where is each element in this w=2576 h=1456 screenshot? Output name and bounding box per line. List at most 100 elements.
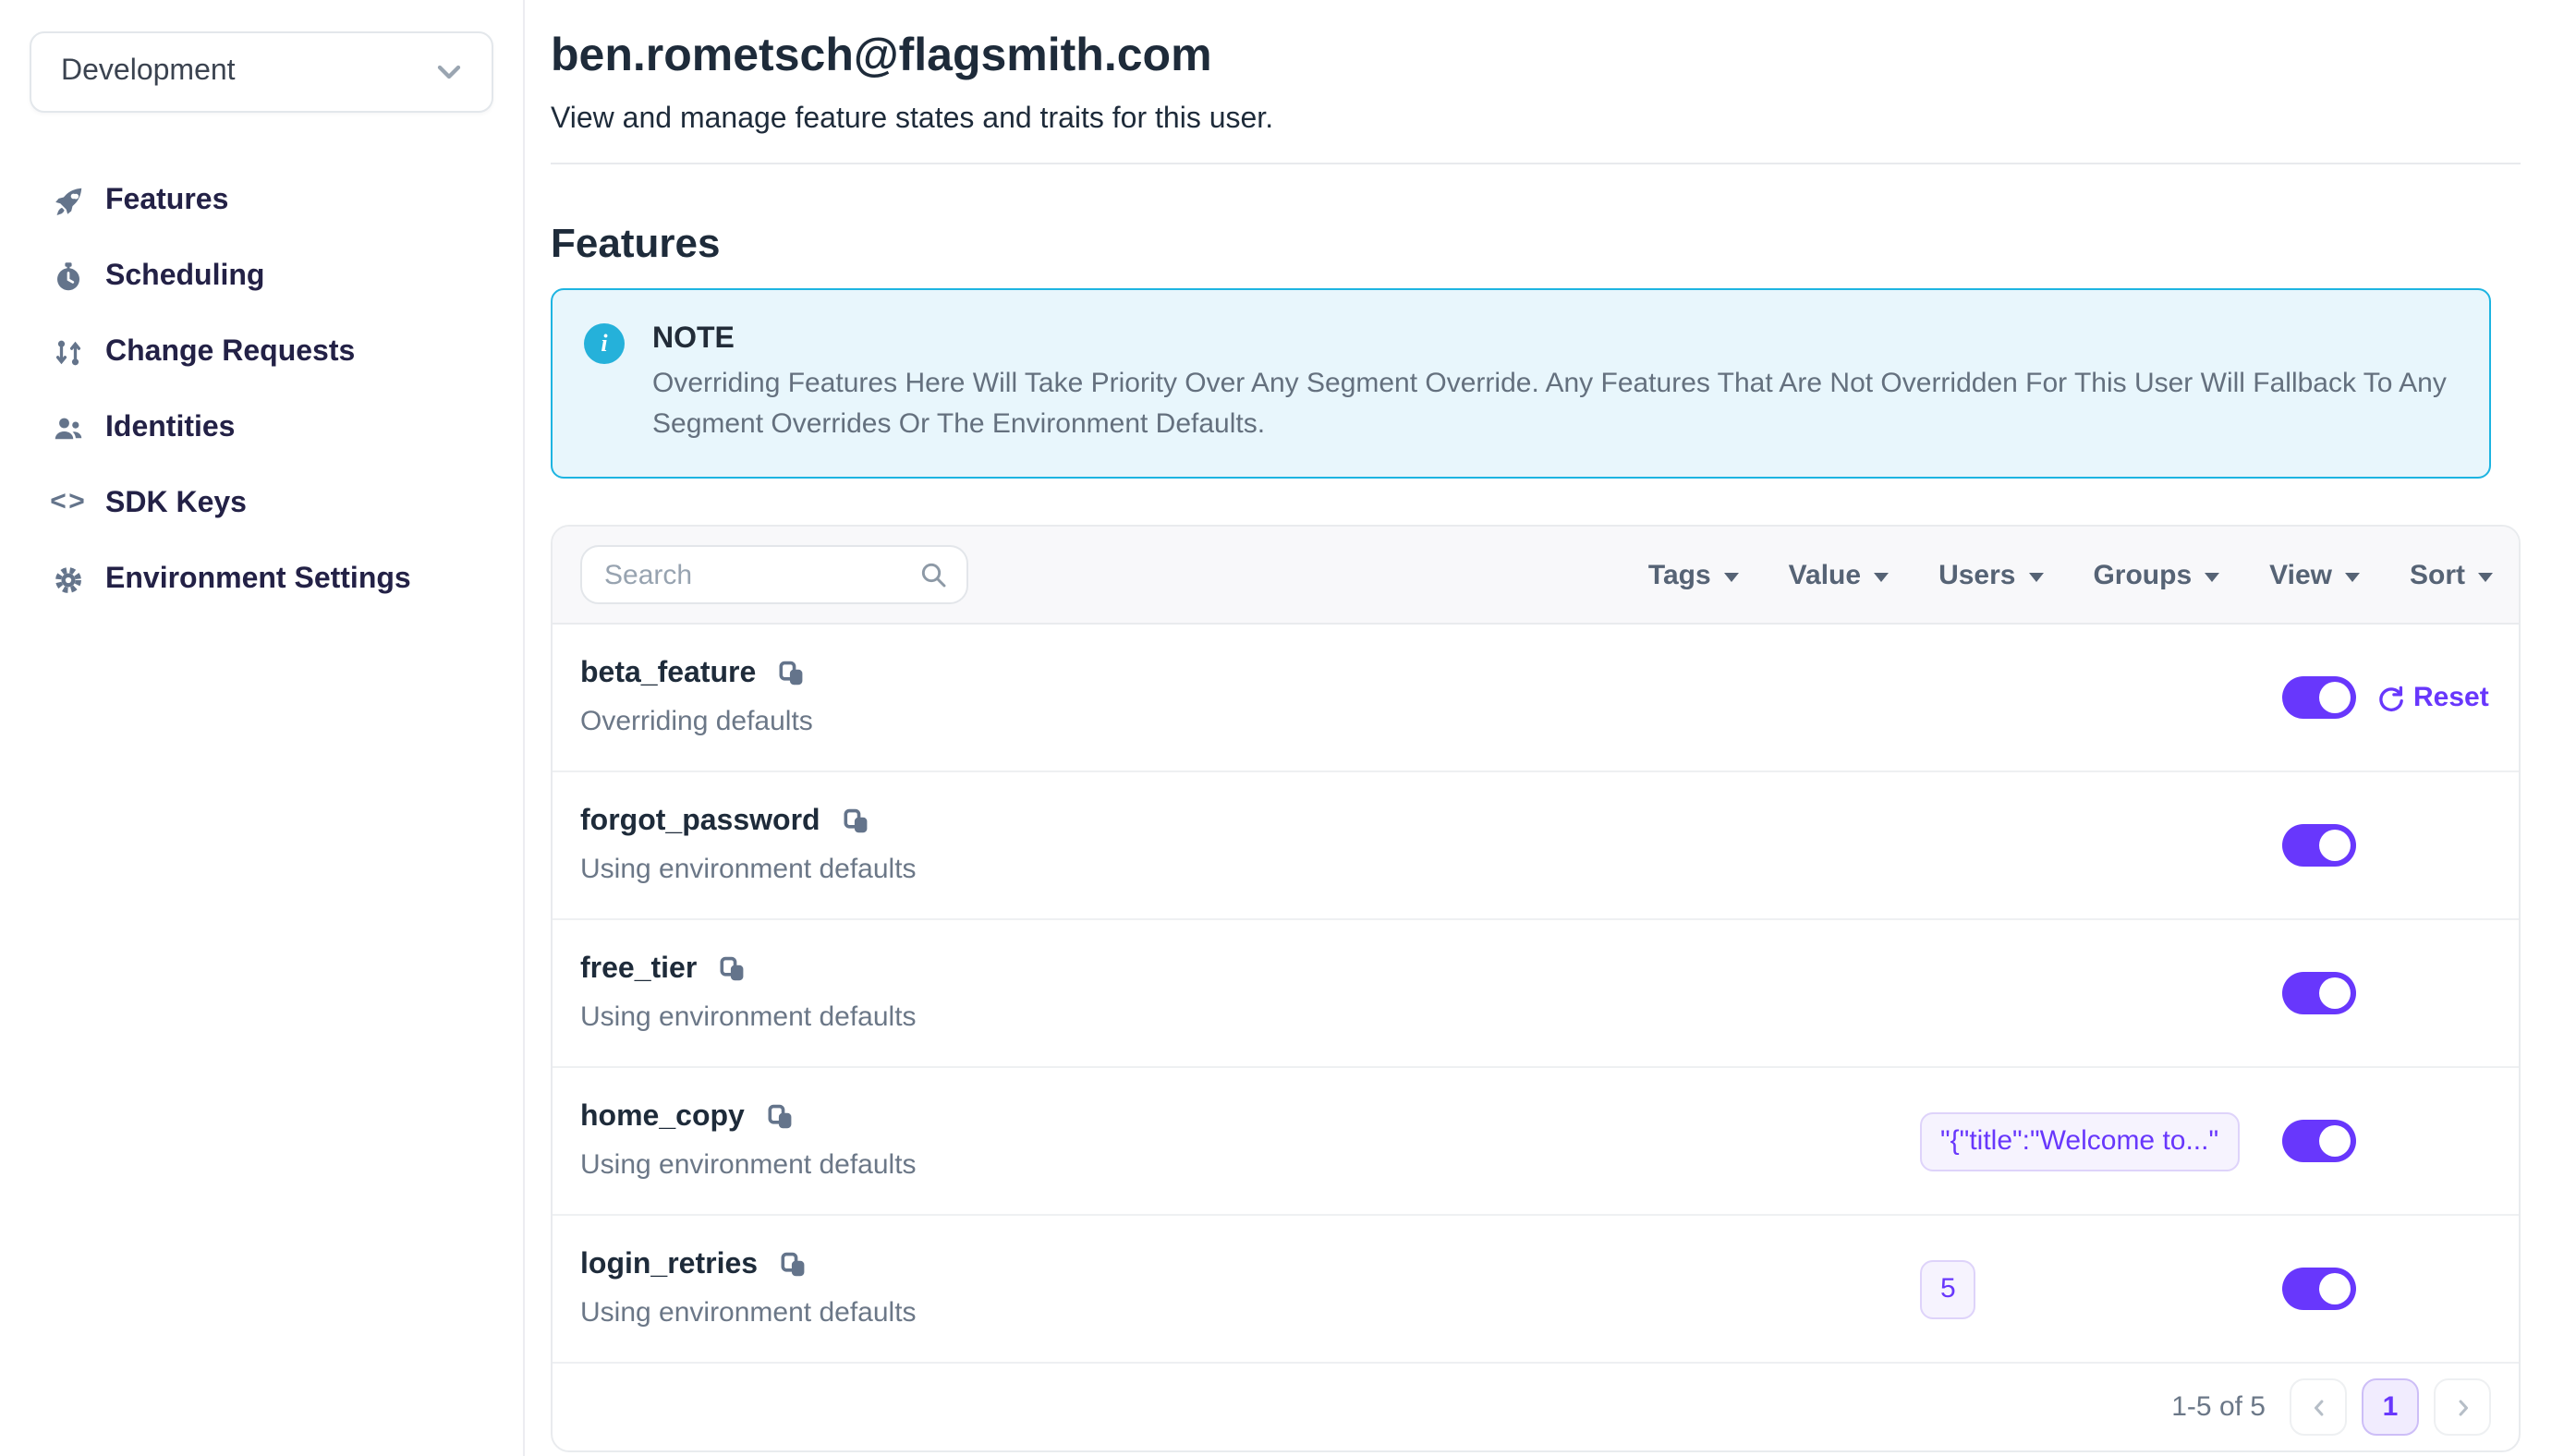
pagination-range-label: 1-5 of 5 — [2171, 1391, 2266, 1423]
feature-toggle-on[interactable] — [2282, 676, 2356, 719]
sidebar-item-features[interactable]: Features — [30, 163, 493, 238]
filter-view[interactable]: View — [2269, 559, 2360, 590]
feature-toggle-on[interactable] — [2282, 824, 2356, 867]
feature-controls: "{"title":"Welcome to..." — [1920, 1111, 2493, 1171]
note-title: NOTE — [652, 318, 2456, 360]
search-box — [580, 545, 968, 604]
sidebar-item-label: Features — [105, 184, 228, 217]
pagination-prev-button[interactable] — [2290, 1378, 2347, 1436]
feature-value-column: 5 — [1920, 1259, 2282, 1318]
sidebar-item-label: SDK Keys — [105, 487, 247, 520]
note-banner: i NOTE Overriding Features Here Will Tak… — [551, 288, 2491, 479]
feature-controls: 5 — [1920, 1259, 2493, 1318]
feature-row-forgot_password[interactable]: forgot_password Using environment defaul… — [553, 772, 2519, 920]
feature-toggle-on[interactable] — [2282, 1120, 2356, 1162]
pagination: 1-5 of 5 1 — [553, 1364, 2519, 1450]
copy-icon[interactable] — [778, 660, 806, 689]
feature-toggle-on[interactable] — [2282, 972, 2356, 1014]
features-panel: Tags Value Users Groups View Sort beta_f… — [551, 525, 2521, 1452]
feature-row-free_tier[interactable]: free_tier Using environment defaults — [553, 920, 2519, 1068]
feature-controls: Reset — [1920, 676, 2493, 719]
environment-selector-value: Development — [61, 55, 236, 89]
feature-status: Using environment defaults — [580, 1297, 917, 1329]
chevron-left-icon — [2305, 1394, 2331, 1420]
feature-name: forgot_password — [580, 806, 820, 839]
note-body: Overriding Features Here Will Take Prior… — [652, 364, 2456, 445]
feature-name: login_retries — [580, 1249, 758, 1282]
feature-row-login_retries[interactable]: login_retries Using environment defaults… — [553, 1216, 2519, 1364]
filter-tags[interactable]: Tags — [1648, 559, 1739, 590]
rocket-icon — [50, 182, 87, 219]
filter-users[interactable]: Users — [1938, 559, 2043, 590]
main-content: ben.rometsch@flagsmith.com View and mana… — [525, 0, 2576, 1456]
feature-name: beta_feature — [580, 658, 756, 691]
feature-status: Using environment defaults — [580, 854, 917, 885]
sidebar-item-identities[interactable]: Identities — [30, 390, 493, 466]
copy-icon[interactable] — [767, 1103, 795, 1133]
sidebar-item-label: Environment Settings — [105, 563, 411, 596]
sidebar-item-change-requests[interactable]: Change Requests — [30, 314, 493, 390]
note-content: NOTE Overriding Features Here Will Take … — [652, 318, 2456, 445]
feature-name: home_copy — [580, 1101, 745, 1134]
identities-icon — [50, 409, 87, 446]
caret-down-icon — [1724, 572, 1739, 581]
sidebar-item-scheduling[interactable]: Scheduling — [30, 238, 493, 314]
sidebar-item-label: Identities — [105, 411, 235, 444]
environment-sidebar: Development Features Scheduling — [0, 0, 525, 1456]
feature-value-badge[interactable]: "{"title":"Welcome to..." — [1920, 1111, 2239, 1171]
features-toolbar: Tags Value Users Groups View Sort — [553, 527, 2519, 625]
pagination-next-button[interactable] — [2434, 1378, 2491, 1436]
gear-icon — [50, 561, 87, 598]
change-requests-icon — [50, 334, 87, 370]
feature-row-home_copy[interactable]: home_copy Using environment defaults "{"… — [553, 1068, 2519, 1216]
feature-value-badge[interactable]: 5 — [1920, 1259, 1976, 1318]
filter-groups[interactable]: Groups — [2093, 559, 2219, 590]
filter-sort[interactable]: Sort — [2410, 559, 2493, 590]
sidebar-item-sdk-keys[interactable]: <> SDK Keys — [30, 466, 493, 541]
sidebar-item-environment-settings[interactable]: Environment Settings — [30, 541, 493, 617]
page-subtitle: View and manage feature states and trait… — [551, 100, 2576, 140]
app-window: Development Features Scheduling — [0, 0, 2576, 1456]
page-title: ben.rometsch@flagsmith.com — [551, 28, 2576, 83]
features-heading: Features — [551, 216, 2576, 272]
search-input[interactable] — [604, 559, 918, 590]
sidebar-nav: Features Scheduling Change Requests — [30, 163, 493, 617]
sidebar-item-label: Change Requests — [105, 335, 355, 369]
pagination-page-1-button[interactable]: 1 — [2362, 1378, 2419, 1436]
search-icon — [918, 560, 948, 589]
feature-name: free_tier — [580, 953, 697, 987]
feature-toggle-on[interactable] — [2282, 1268, 2356, 1310]
code-icon: <> — [50, 485, 87, 522]
info-icon: i — [584, 323, 625, 364]
refresh-icon — [2375, 683, 2404, 712]
header-divider — [551, 163, 2521, 164]
copy-icon[interactable] — [843, 807, 870, 837]
copy-icon[interactable] — [719, 955, 747, 985]
caret-down-icon — [2478, 572, 2493, 581]
feature-info: beta_feature Overriding defaults — [580, 658, 813, 737]
feature-info: free_tier Using environment defaults — [580, 953, 917, 1033]
copy-icon[interactable] — [780, 1251, 808, 1280]
reset-button[interactable]: Reset — [2375, 682, 2489, 713]
caret-down-icon — [2345, 572, 2360, 581]
feature-value-column: "{"title":"Welcome to..." — [1920, 1111, 2282, 1171]
feature-controls — [1920, 972, 2493, 1014]
sidebar-item-label: Scheduling — [105, 260, 264, 293]
filter-bar: Tags Value Users Groups View Sort — [1648, 559, 2493, 590]
feature-status: Using environment defaults — [580, 1001, 917, 1033]
caret-down-icon — [2205, 572, 2219, 581]
feature-controls — [1920, 824, 2493, 867]
feature-info: login_retries Using environment defaults — [580, 1249, 917, 1329]
caret-down-icon — [1874, 572, 1889, 581]
environment-selector[interactable]: Development — [30, 31, 493, 113]
feature-info: forgot_password Using environment defaul… — [580, 806, 917, 885]
stopwatch-icon — [50, 258, 87, 295]
feature-status: Using environment defaults — [580, 1149, 917, 1181]
feature-row-beta_feature[interactable]: beta_feature Overriding defaults — [553, 625, 2519, 772]
feature-info: home_copy Using environment defaults — [580, 1101, 917, 1181]
caret-down-icon — [2028, 572, 2043, 581]
chevron-right-icon — [2449, 1394, 2475, 1420]
feature-status: Overriding defaults — [580, 706, 813, 737]
filter-value[interactable]: Value — [1789, 559, 1889, 590]
chevron-down-icon — [431, 54, 468, 91]
